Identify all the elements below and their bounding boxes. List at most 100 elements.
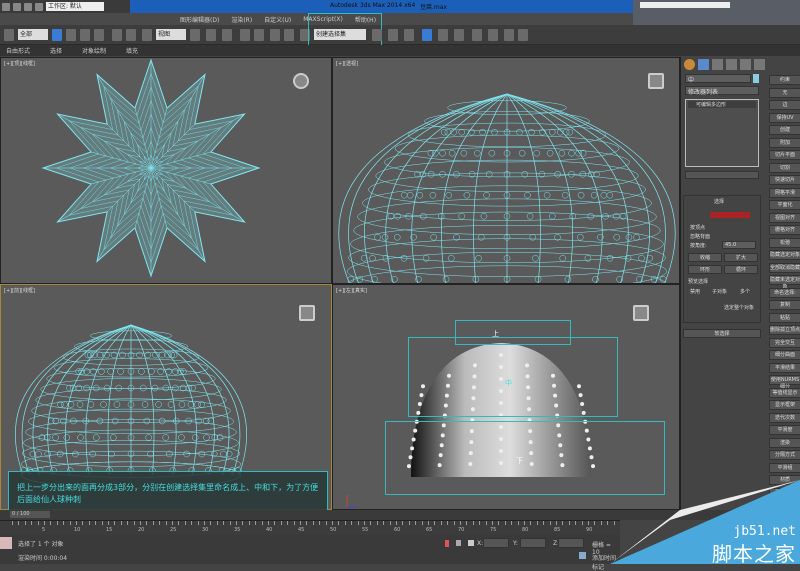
edit-geometry-control[interactable]: 删除孤立顶点 bbox=[769, 325, 800, 335]
angle-snap-icon[interactable] bbox=[254, 29, 264, 41]
edit-geometry-control[interactable]: 附加 bbox=[769, 137, 800, 148]
manipulate-icon[interactable] bbox=[206, 29, 216, 41]
tab-selection[interactable]: 选择 bbox=[50, 46, 62, 55]
scale-icon[interactable] bbox=[142, 29, 152, 41]
rect-selection-icon[interactable] bbox=[80, 29, 90, 41]
create-tab-icon[interactable] bbox=[684, 59, 695, 70]
material-editor-icon[interactable] bbox=[472, 29, 482, 41]
angle-input[interactable]: 45.0 bbox=[722, 241, 756, 249]
rotate-icon[interactable] bbox=[126, 29, 136, 41]
menu-customize[interactable]: 自定义(U) bbox=[264, 15, 291, 24]
display-tab-icon[interactable] bbox=[740, 59, 751, 70]
spinner-snap-icon[interactable] bbox=[284, 29, 294, 41]
edit-geometry-control[interactable]: 平滑度 bbox=[769, 425, 800, 435]
curve-editor-icon[interactable] bbox=[438, 29, 448, 41]
viewcube-icon[interactable] bbox=[293, 73, 309, 89]
edit-geometry-control[interactable]: 复制 bbox=[769, 300, 800, 310]
viewport-left[interactable]: [+][左][真实] 上 中 下 bbox=[332, 284, 680, 510]
edit-geometry-control[interactable]: 粘贴 bbox=[769, 312, 800, 323]
edit-geometry-control[interactable]: 松弛 bbox=[769, 237, 800, 248]
new-icon[interactable] bbox=[2, 2, 10, 11]
layer-icon[interactable] bbox=[404, 29, 414, 41]
edit-geometry-control[interactable]: 渲染 bbox=[769, 437, 800, 448]
tab-object-paint[interactable]: 对象绘制 bbox=[82, 46, 106, 55]
edit-geometry-control[interactable]: 栅格对齐 bbox=[769, 225, 800, 235]
render-setup-icon[interactable] bbox=[488, 29, 498, 41]
isolate-icon[interactable] bbox=[445, 540, 449, 547]
z-coord-field[interactable] bbox=[558, 538, 584, 548]
preview-disabled-radio[interactable]: 禁用 bbox=[690, 288, 700, 295]
scene-explorer-icon[interactable] bbox=[422, 29, 432, 41]
edit-geometry-control[interactable]: 细分曲面 bbox=[769, 350, 800, 360]
undo-icon[interactable] bbox=[24, 2, 32, 11]
edit-geometry-control[interactable]: 保持UV bbox=[769, 112, 800, 123]
edit-geometry-control[interactable]: 迭代次数 bbox=[769, 412, 800, 423]
menu-rendering[interactable]: 渲染(R) bbox=[231, 15, 252, 24]
schematic-view-icon[interactable] bbox=[454, 29, 464, 41]
viewcube-icon[interactable] bbox=[299, 305, 315, 321]
mirror-icon[interactable] bbox=[372, 29, 382, 41]
edit-geometry-control[interactable]: 边 bbox=[769, 100, 800, 110]
edit-geometry-control[interactable]: 使用NURMS细分 bbox=[769, 375, 800, 390]
render-frame-icon[interactable] bbox=[504, 29, 514, 41]
grow-button[interactable]: 扩大 bbox=[724, 253, 758, 262]
redo-icon[interactable] bbox=[35, 2, 43, 11]
save-icon[interactable] bbox=[13, 2, 21, 11]
modifier-list-dropdown[interactable]: 修改器列表 bbox=[685, 86, 759, 96]
edit-geometry-control[interactable]: 平面化 bbox=[769, 200, 800, 210]
rollout-title[interactable]: 选择 bbox=[714, 198, 724, 205]
viewport-label[interactable]: [+][透视] bbox=[336, 60, 358, 67]
edit-geometry-control[interactable]: 全部取消隐藏 bbox=[769, 262, 800, 273]
frame-counter[interactable]: 0 / 100 bbox=[10, 511, 50, 518]
viewcube-icon[interactable] bbox=[633, 305, 649, 321]
window-crossing-icon[interactable] bbox=[94, 29, 104, 41]
y-coord-field[interactable] bbox=[520, 538, 546, 548]
edit-geometry-control[interactable]: 平滑结果 bbox=[769, 362, 800, 373]
viewcube-icon[interactable] bbox=[648, 73, 664, 89]
render-teapot-icon[interactable] bbox=[518, 29, 528, 41]
stack-controls[interactable] bbox=[685, 171, 759, 179]
edit-geometry-control[interactable]: 平滑组 bbox=[769, 462, 800, 473]
viewport-top[interactable]: [+][顶][线框] bbox=[0, 57, 332, 284]
workspace-dropdown[interactable]: 工作区: 默认 bbox=[46, 2, 104, 11]
edit-geometry-control[interactable]: 隐藏未选定对象 bbox=[769, 275, 800, 290]
viewport-label[interactable]: [+][前][线框] bbox=[4, 287, 35, 294]
shrink-button[interactable]: 收缩 bbox=[688, 253, 722, 262]
stack-item[interactable]: 可编辑多边形 bbox=[688, 101, 756, 108]
subobject-level-icons[interactable] bbox=[710, 212, 750, 218]
keyboard-shortcut-icon[interactable] bbox=[222, 29, 232, 41]
lock-icon[interactable] bbox=[456, 540, 461, 546]
viewport-label[interactable]: [+][左][真实] bbox=[336, 287, 367, 294]
timeline-ruler[interactable]: 5 10 15 20 25 30 35 40 45 50 55 60 65 70 75 80 85 90 bbox=[0, 520, 620, 535]
edit-geometry-control[interactable]: 完全交互 bbox=[769, 337, 800, 348]
align-icon[interactable] bbox=[388, 29, 398, 41]
object-name-field[interactable]: 中 bbox=[685, 74, 751, 84]
by-angle-checkbox[interactable]: 按角度: bbox=[690, 242, 707, 249]
edit-geometry-control[interactable]: 约束 bbox=[769, 75, 800, 85]
edit-geometry-control[interactable]: 命名选择: bbox=[769, 287, 800, 298]
menu-graph-editors[interactable]: 图形编辑器(D) bbox=[180, 15, 219, 24]
edit-geometry-control[interactable]: 显示框架 bbox=[769, 400, 800, 410]
ref-coord-dropdown[interactable]: 视图 bbox=[156, 29, 186, 40]
utilities-tab-icon[interactable] bbox=[754, 59, 765, 70]
edit-geometry-control[interactable]: 创建 bbox=[769, 125, 800, 135]
ignore-backfacing-checkbox[interactable]: 忽略背面 bbox=[690, 233, 710, 240]
search-input[interactable] bbox=[640, 2, 730, 8]
modify-tab-icon[interactable] bbox=[698, 59, 709, 70]
edit-geometry-control[interactable]: 视图对齐 bbox=[769, 212, 800, 223]
tab-freeform[interactable]: 自由形式 bbox=[6, 46, 30, 55]
absolute-mode-icon[interactable] bbox=[468, 540, 474, 546]
selection-filter-dropdown[interactable]: 全部 bbox=[18, 29, 48, 40]
motion-tab-icon[interactable] bbox=[726, 59, 737, 70]
select-object-icon[interactable] bbox=[52, 29, 62, 41]
preview-multi-radio[interactable]: 多个 bbox=[740, 288, 750, 295]
viewport-label[interactable]: [+][顶][线框] bbox=[4, 60, 35, 67]
edit-geometry-control[interactable]: 快速切片 bbox=[769, 175, 800, 185]
soft-selection-rollout[interactable]: 软选择 bbox=[683, 329, 761, 338]
pivot-icon[interactable] bbox=[190, 29, 200, 41]
object-color-swatch[interactable] bbox=[753, 74, 759, 83]
loop-button[interactable]: 循环 bbox=[724, 265, 758, 274]
select-by-name-icon[interactable] bbox=[66, 29, 76, 41]
ring-button[interactable]: 环形 bbox=[688, 265, 722, 274]
edit-geometry-control[interactable]: 切片平面 bbox=[769, 150, 800, 160]
